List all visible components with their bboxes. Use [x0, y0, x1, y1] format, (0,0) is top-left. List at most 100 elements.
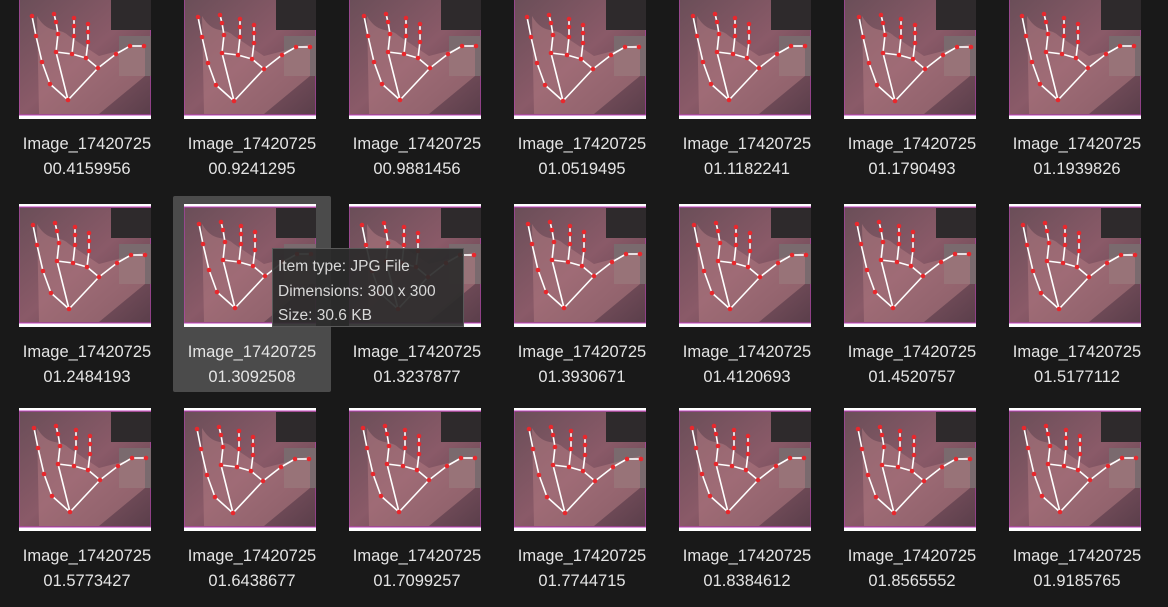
file-name-line2: 01.1182241	[704, 159, 790, 178]
file-name-line1: Image_17420725	[352, 343, 482, 361]
file-name: Image_17420725 01.6438677	[173, 544, 331, 593]
file-tile[interactable]: Image_17420725 01.5773427	[8, 400, 166, 596]
file-name-line1: Image_17420725	[22, 135, 152, 153]
file-name-line1: Image_17420725	[847, 547, 977, 565]
file-name-line2: 01.4520757	[868, 367, 956, 386]
thumbnail-image	[1009, 204, 1141, 327]
file-name: Image_17420725 01.2484193	[8, 340, 166, 389]
file-name-line2: 01.1939826	[1033, 159, 1121, 178]
file-tile[interactable]: Image_17420725 01.3930671	[503, 196, 661, 392]
thumbnail-image	[19, 204, 151, 327]
file-name: Image_17420725 01.0519495	[503, 132, 661, 181]
thumbnail-image	[349, 408, 481, 531]
file-name-line1: Image_17420725	[682, 343, 812, 361]
file-name-line2: 00.9241295	[208, 159, 296, 178]
file-name-line2: 01.7744715	[538, 571, 626, 590]
thumbnail-image	[349, 0, 481, 119]
tooltip-dimensions: Dimensions: 300 x 300	[278, 282, 436, 300]
file-name-line1: Image_17420725	[517, 547, 647, 565]
file-tile[interactable]: Image_17420725 01.4520757	[833, 196, 991, 392]
file-tile[interactable]: Image_17420725 01.7744715	[503, 400, 661, 596]
file-name: Image_17420725 00.9881456	[338, 132, 496, 181]
file-name-line2: 01.7099257	[373, 571, 461, 590]
file-tile[interactable]: Image_17420725 01.8384612	[668, 400, 826, 596]
thumbnail-image	[514, 204, 646, 327]
hand-landmark-thumbnail	[1009, 410, 1141, 528]
file-name-line1: Image_17420725	[682, 547, 812, 565]
thumbnail-image	[514, 0, 646, 119]
file-name: Image_17420725 01.3092508	[173, 340, 331, 389]
file-info-tooltip: Item type: JPG File Dimensions: 300 x 30…	[272, 248, 464, 327]
file-tile[interactable]: Image_17420725 01.1182241	[668, 0, 826, 184]
file-name-line2: 00.4159956	[43, 159, 131, 178]
file-tile[interactable]: Image_17420725 01.6438677	[173, 400, 331, 596]
thumbnail-image	[844, 0, 976, 119]
hand-landmark-thumbnail	[514, 410, 646, 528]
file-tile[interactable]: Image_17420725 00.9881456	[338, 0, 496, 184]
file-name: Image_17420725 01.9185765	[998, 544, 1156, 593]
file-name-line1: Image_17420725	[847, 135, 977, 153]
file-name: Image_17420725 01.7744715	[503, 544, 661, 593]
file-name-line2: 01.0519495	[538, 159, 626, 178]
file-name-line1: Image_17420725	[682, 135, 812, 153]
hand-landmark-thumbnail	[349, 0, 481, 116]
hand-landmark-thumbnail	[1009, 206, 1141, 324]
file-name: Image_17420725 01.8384612	[668, 544, 826, 593]
file-tile[interactable]: Image_17420725 01.0519495	[503, 0, 661, 184]
hand-landmark-thumbnail	[844, 410, 976, 528]
tooltip-size: Size: 30.6 KB	[278, 307, 372, 324]
file-tile[interactable]: Image_17420725 01.1939826	[998, 0, 1156, 184]
file-name-line1: Image_17420725	[187, 547, 317, 565]
file-name: Image_17420725 00.9241295	[173, 132, 331, 181]
file-tile[interactable]: Image_17420725 01.8565552	[833, 400, 991, 596]
file-name-line1: Image_17420725	[22, 343, 152, 361]
hand-landmark-thumbnail	[679, 206, 811, 324]
file-name-line1: Image_17420725	[847, 343, 977, 361]
hand-landmark-thumbnail	[844, 0, 976, 116]
thumbnail-image	[679, 0, 811, 119]
hand-landmark-thumbnail	[19, 206, 151, 324]
file-name-line1: Image_17420725	[22, 547, 152, 565]
file-name-line1: Image_17420725	[352, 547, 482, 565]
file-name: Image_17420725 01.7099257	[338, 544, 496, 593]
file-name-line1: Image_17420725	[1012, 343, 1142, 361]
file-name-line2: 01.2484193	[43, 367, 131, 386]
file-name: Image_17420725 01.3237877	[338, 340, 496, 389]
file-tile[interactable]: Image_17420725 00.9241295	[173, 0, 331, 184]
file-grid: Image_17420725 00.4159956 Image_17420725…	[0, 0, 1168, 607]
thumbnail-image	[1009, 0, 1141, 119]
hand-landmark-thumbnail	[19, 410, 151, 528]
file-name-line2: 01.6438677	[208, 571, 296, 590]
hand-landmark-thumbnail	[514, 0, 646, 116]
hand-landmark-thumbnail	[514, 206, 646, 324]
file-name: Image_17420725 01.1182241	[668, 132, 826, 181]
file-tile[interactable]: Image_17420725 01.2484193	[8, 196, 166, 392]
hand-landmark-thumbnail	[184, 0, 316, 116]
hand-landmark-thumbnail	[19, 0, 151, 116]
file-tile[interactable]: Image_17420725 01.4120693	[668, 196, 826, 392]
file-name-line1: Image_17420725	[1012, 135, 1142, 153]
file-tile[interactable]: Image_17420725 01.5177112	[998, 196, 1156, 392]
file-name-line1: Image_17420725	[187, 343, 317, 361]
file-name: Image_17420725 01.4120693	[668, 340, 826, 389]
file-tile[interactable]: Image_17420725 01.7099257	[338, 400, 496, 596]
thumbnail-image	[1009, 408, 1141, 531]
file-tile[interactable]: Image_17420725 00.4159956	[8, 0, 166, 184]
thumbnail-image	[19, 0, 151, 119]
file-name: Image_17420725 01.1790493	[833, 132, 991, 181]
file-name-line2: 01.3092508	[208, 367, 296, 386]
file-name: Image_17420725 01.8565552	[833, 544, 991, 593]
file-name-line2: 01.5177112	[1034, 367, 1120, 386]
hand-landmark-thumbnail	[184, 410, 316, 528]
thumbnail-image	[19, 408, 151, 531]
thumbnail-image	[679, 408, 811, 531]
file-name-line1: Image_17420725	[187, 135, 317, 153]
file-tile[interactable]: Image_17420725 01.9185765	[998, 400, 1156, 596]
file-name-line1: Image_17420725	[517, 343, 647, 361]
file-name-line2: 01.1790493	[868, 159, 956, 178]
file-name-line2: 01.5773427	[43, 571, 131, 590]
file-name: Image_17420725 01.4520757	[833, 340, 991, 389]
thumbnail-image	[844, 408, 976, 531]
file-tile[interactable]: Image_17420725 01.1790493	[833, 0, 991, 184]
file-name-line1: Image_17420725	[1012, 547, 1142, 565]
